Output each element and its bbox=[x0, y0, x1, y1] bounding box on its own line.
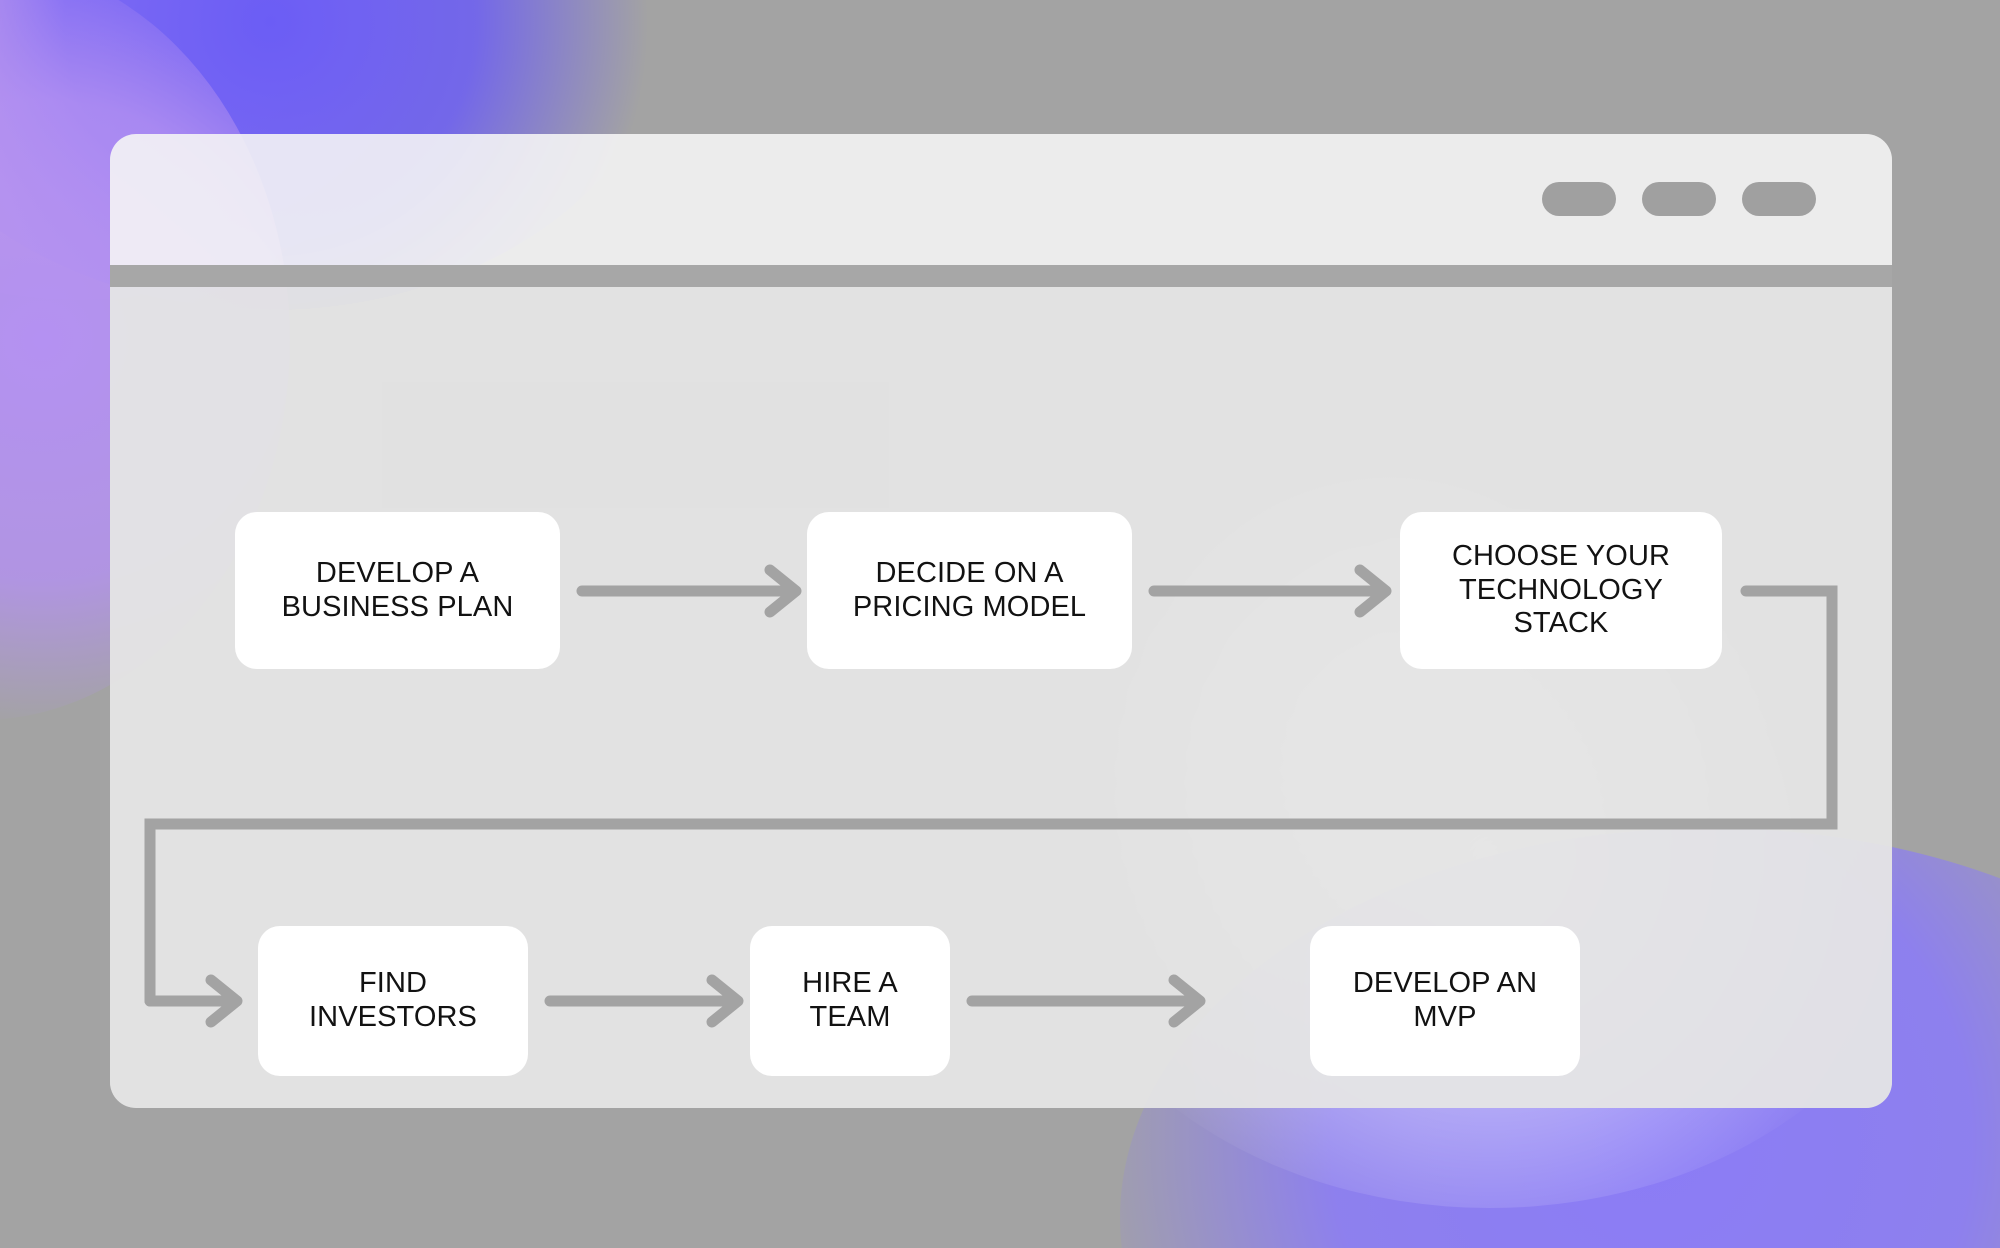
flow-node-decide-on-a-pricing-model[interactable]: DECIDE ON A PRICING MODEL bbox=[807, 512, 1132, 669]
edge-hire-a-team-to-develop-an-mvp bbox=[966, 980, 1200, 1022]
window-content-area: DEVELOP A BUSINESS PLAN DECIDE ON A PRIC… bbox=[110, 287, 1892, 1108]
flow-node-develop-an-mvp[interactable]: DEVELOP AN MVP bbox=[1310, 926, 1580, 1076]
flow-node-hire-a-team[interactable]: HIRE A TEAM bbox=[750, 926, 950, 1076]
edge-business-plan-to-pricing-model bbox=[576, 570, 796, 612]
titlebar-divider bbox=[110, 265, 1892, 287]
window-controls-group bbox=[1542, 182, 1816, 216]
minimize-button[interactable] bbox=[1542, 182, 1616, 216]
flow-node-develop-a-business-plan[interactable]: DEVELOP A BUSINESS PLAN bbox=[235, 512, 560, 669]
edge-pricing-model-to-technology-stack bbox=[1148, 570, 1386, 612]
window-titlebar[interactable] bbox=[110, 134, 1892, 265]
maximize-button[interactable] bbox=[1642, 182, 1716, 216]
flow-node-find-investors[interactable]: FIND INVESTORS bbox=[258, 926, 528, 1076]
close-button[interactable] bbox=[1742, 182, 1816, 216]
edge-find-investors-to-hire-a-team bbox=[544, 980, 738, 1022]
browser-window: DEVELOP A BUSINESS PLAN DECIDE ON A PRIC… bbox=[110, 134, 1892, 1108]
flow-node-choose-your-technology-stack[interactable]: CHOOSE YOUR TECHNOLOGY STACK bbox=[1400, 512, 1722, 669]
